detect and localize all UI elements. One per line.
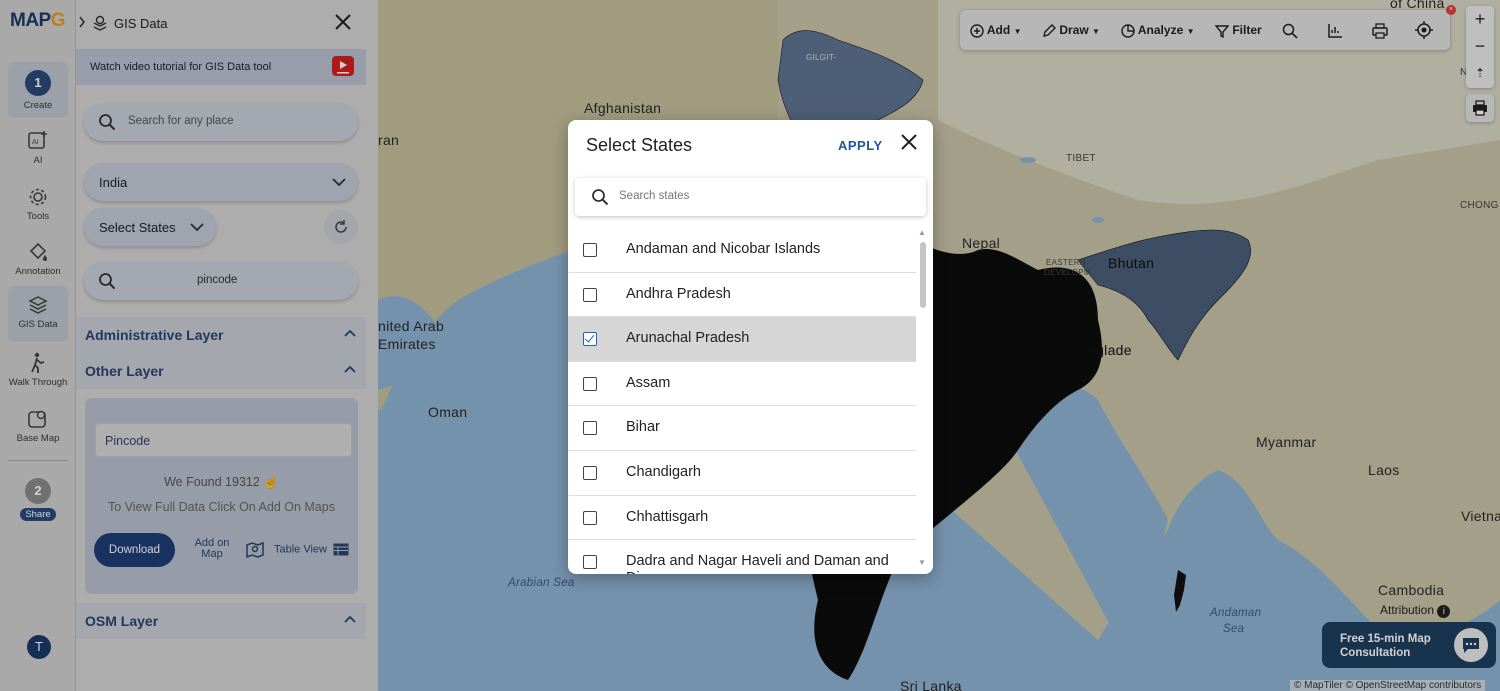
state-name: Chandigarh [626,464,701,480]
state-checkbox[interactable] [583,332,597,347]
state-checkbox[interactable] [583,510,597,525]
state-name: Andhra Pradesh [626,285,731,302]
close-icon [901,134,917,150]
state-checkbox[interactable] [583,243,597,257]
state-row[interactable]: Chandigarh [568,451,916,496]
apply-button[interactable]: APPLY [838,138,883,153]
state-row[interactable]: Assam [568,362,916,407]
state-checkbox[interactable] [583,466,597,480]
select-states-modal: Select States APPLY Search states Andama… [568,120,933,574]
state-checkbox[interactable] [583,421,597,436]
state-checkbox[interactable] [583,376,597,391]
search-states-input[interactable]: Search states [575,178,926,216]
state-list: Andaman and Nicobar Islands Andhra Prades… [568,228,916,574]
state-name: Dadra and Nagar Haveli and Daman and Diu [626,553,889,574]
state-row[interactable]: Bihar [568,406,916,451]
state-row[interactable]: Andaman and Nicobar Islands [568,228,916,273]
state-name: Assam [626,374,671,391]
state-name: Chhattisgarh [626,508,709,525]
state-row[interactable]: Chhattisgarh [568,496,916,541]
state-name: Andaman and Nicobar Islands [626,241,821,257]
search-states-placeholder: Search states [619,190,690,202]
state-row[interactable]: Dadra and Nagar Haveli and Daman and Diu [568,540,916,574]
state-name: Bihar [626,419,660,436]
state-checkbox[interactable] [583,555,597,570]
scroll-down-arrow[interactable]: ▼ [918,558,926,567]
search-icon [592,189,609,206]
scroll-up-arrow[interactable]: ▲ [918,228,926,237]
state-list-scrollbar[interactable]: ▲ ▼ [918,228,928,574]
state-name: Arunachal Pradesh [626,330,750,347]
scroll-thumb[interactable] [920,242,926,308]
state-row[interactable]: Andhra Pradesh [568,273,916,318]
close-modal-button[interactable] [898,133,920,155]
modal-title: Select States [586,135,693,155]
state-row[interactable]: Arunachal Pradesh [568,317,916,362]
state-checkbox[interactable] [583,287,597,302]
